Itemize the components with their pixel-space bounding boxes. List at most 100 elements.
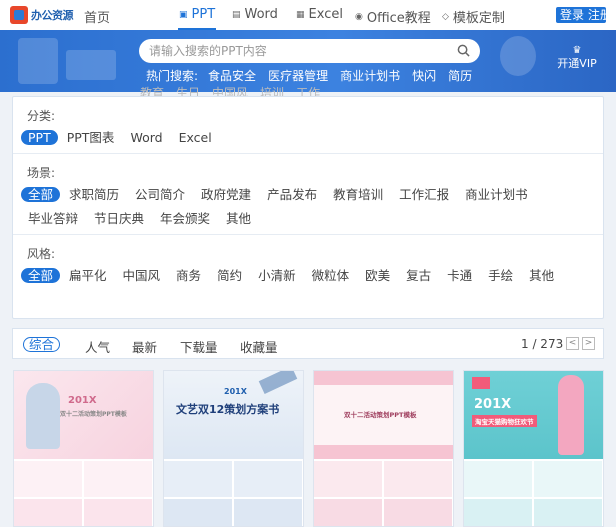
filter-scene: 场景: 全部 求职简历 公司简介 政府党建 产品发布 教育培训 工作汇报 商业计…: [13, 153, 603, 233]
filter-style: 风格: 全部 扁平化 中国风 商务 简约 小清新 微粒体 欧美 复古 卡通 手绘…: [13, 234, 603, 319]
card-title: 201X: [474, 397, 512, 412]
card-title: 双十二活动策划PPT模板: [344, 411, 417, 419]
sort-favorites[interactable]: 收藏量: [240, 337, 278, 356]
slide-thumb: [534, 499, 602, 526]
chip-scene[interactable]: 求职简历: [62, 187, 126, 202]
chip-scene[interactable]: 全部: [21, 187, 61, 202]
chip-style[interactable]: 中国风: [116, 268, 168, 283]
chip-excel[interactable]: Excel: [172, 130, 219, 145]
floral-border: [314, 445, 453, 459]
template-card[interactable]: 双十二活动策划PPT模板: [313, 370, 454, 527]
nav-word-label: Word: [244, 7, 278, 22]
chip-scene[interactable]: 毕业答辩: [21, 211, 85, 226]
hot-word[interactable]: 简历: [448, 67, 472, 84]
banner-deco: [18, 38, 58, 84]
chip-scene[interactable]: 节日庆典: [87, 211, 151, 226]
nav-office[interactable]: ◉ Office教程: [355, 7, 431, 26]
slide-thumb: [14, 461, 82, 497]
chip-style[interactable]: 其他: [522, 268, 561, 283]
banner-deco: [500, 36, 536, 76]
search-icon[interactable]: [457, 44, 470, 57]
slide-thumb: [384, 499, 452, 526]
excel-icon: ▦: [296, 9, 305, 20]
template-preview: 201X 双十二活动策划PPT模板: [14, 371, 153, 459]
floral-border: [314, 371, 453, 385]
logo-text: 办公资源: [31, 9, 74, 22]
chip-style[interactable]: 商务: [169, 268, 208, 283]
chip-style[interactable]: 扁平化: [62, 268, 114, 283]
prev-page-button[interactable]: <: [566, 337, 579, 350]
hot-word[interactable]: 医疗器管理: [268, 67, 328, 84]
chip-ppt[interactable]: PPT: [21, 130, 58, 145]
diamond-icon: ◇: [442, 11, 449, 22]
template-card[interactable]: 201X 文艺双12策划方案书: [163, 370, 304, 527]
slide-thumb: [164, 499, 232, 526]
chip-scene[interactable]: 商业计划书: [458, 187, 535, 202]
template-card[interactable]: 201X 淘宝天猫购物狂欢节: [463, 370, 604, 527]
site-logo[interactable]: 办公资源: [10, 5, 74, 25]
vip-button[interactable]: ♛ 开通VIP: [552, 44, 602, 70]
chip-ppt-chart[interactable]: PPT图表: [60, 130, 122, 145]
brand-badge: [472, 377, 490, 389]
template-card[interactable]: 201X 双十二活动策划PPT模板: [13, 370, 154, 527]
sort-default[interactable]: 综合: [23, 337, 61, 352]
slide-thumb: [464, 461, 532, 497]
search-box: [139, 39, 480, 63]
hot-word[interactable]: 食品安全: [208, 67, 256, 84]
vip-label: 开通VIP: [557, 57, 597, 70]
sort-popular[interactable]: 人气: [85, 337, 110, 356]
chip-scene[interactable]: 其他: [219, 211, 258, 226]
chip-style[interactable]: 小清新: [251, 268, 303, 283]
nav-excel[interactable]: ▦ Excel: [296, 7, 343, 22]
chip-scene[interactable]: 工作汇报: [392, 187, 456, 202]
scene-chips: 全部 求职简历 公司简介 政府党建 产品发布 教育培训 工作汇报 商业计划书 毕…: [21, 187, 581, 235]
chip-style[interactable]: 简约: [210, 268, 249, 283]
nav-ppt[interactable]: ▣ PPT: [179, 7, 215, 22]
nav-home[interactable]: 首页: [84, 7, 110, 26]
chip-scene[interactable]: 政府党建: [194, 187, 258, 202]
chip-style[interactable]: 微粒体: [305, 268, 357, 283]
top-nav: 办公资源 首页 ▣ PPT ▤ Word ▦ Excel ◉ Office教程 ◇ 模板定…: [0, 0, 616, 30]
nav-custom[interactable]: ◇ 模板定制: [442, 7, 505, 26]
sort-newest[interactable]: 最新: [132, 337, 157, 356]
slide-thumb: [164, 461, 232, 497]
nav-custom-label: 模板定制: [452, 11, 505, 26]
page-indicator: 1 / 273: [521, 337, 564, 351]
search-input[interactable]: [149, 42, 449, 60]
hot-search: 热门搜索: 食品安全 医疗器管理 商业计划书 快闪 简历: [146, 67, 484, 84]
nav-home-label: 首页: [84, 11, 111, 26]
style-chips: 全部 扁平化 中国风 商务 简约 小清新 微粒体 欧美 复古 卡通 手绘 其他: [21, 268, 581, 292]
slide-thumb: [534, 461, 602, 497]
chip-style[interactable]: 手绘: [481, 268, 520, 283]
search-banner: 热门搜索: 食品安全 医疗器管理 商业计划书 快闪 简历 ♛ 开通VIP: [0, 30, 616, 92]
chip-scene[interactable]: 教育培训: [326, 187, 390, 202]
hot-word[interactable]: 快闪: [412, 67, 436, 84]
hot-word[interactable]: 商业计划书: [340, 67, 400, 84]
chip-style[interactable]: 卡通: [440, 268, 479, 283]
feather-decoration: [258, 371, 298, 394]
slide-thumb: [84, 461, 152, 497]
login-button[interactable]: 登录 注册: [556, 7, 606, 23]
filter-scene-label: 场景:: [27, 166, 56, 180]
crown-icon: ♛: [572, 45, 582, 56]
chip-scene[interactable]: 公司简介: [128, 187, 192, 202]
next-page-button[interactable]: >: [582, 337, 595, 350]
card-title: 201X: [68, 395, 97, 406]
slide-thumb: [314, 499, 382, 526]
nav-word[interactable]: ▤ Word: [232, 7, 278, 22]
slide-thumb: [84, 499, 152, 526]
sort-downloads[interactable]: 下载量: [180, 337, 218, 356]
chip-style[interactable]: 欧美: [358, 268, 397, 283]
slide-thumb: [464, 499, 532, 526]
chip-word[interactable]: Word: [123, 130, 169, 145]
chip-style[interactable]: 复古: [399, 268, 438, 283]
sort-bar: 综合 人气 最新 下载量 收藏量 1 / 273 < >: [12, 328, 604, 359]
card-subtitle: 淘宝天猫购物狂欢节: [472, 415, 537, 427]
chip-scene[interactable]: 年会颁奖: [153, 211, 217, 226]
nav-excel-label: Excel: [308, 7, 343, 22]
chip-scene[interactable]: 产品发布: [260, 187, 324, 202]
slide-thumb: [314, 461, 382, 497]
ppt-icon: ▣: [179, 9, 188, 20]
chip-style[interactable]: 全部: [21, 268, 61, 283]
figure-illustration: [26, 383, 60, 449]
